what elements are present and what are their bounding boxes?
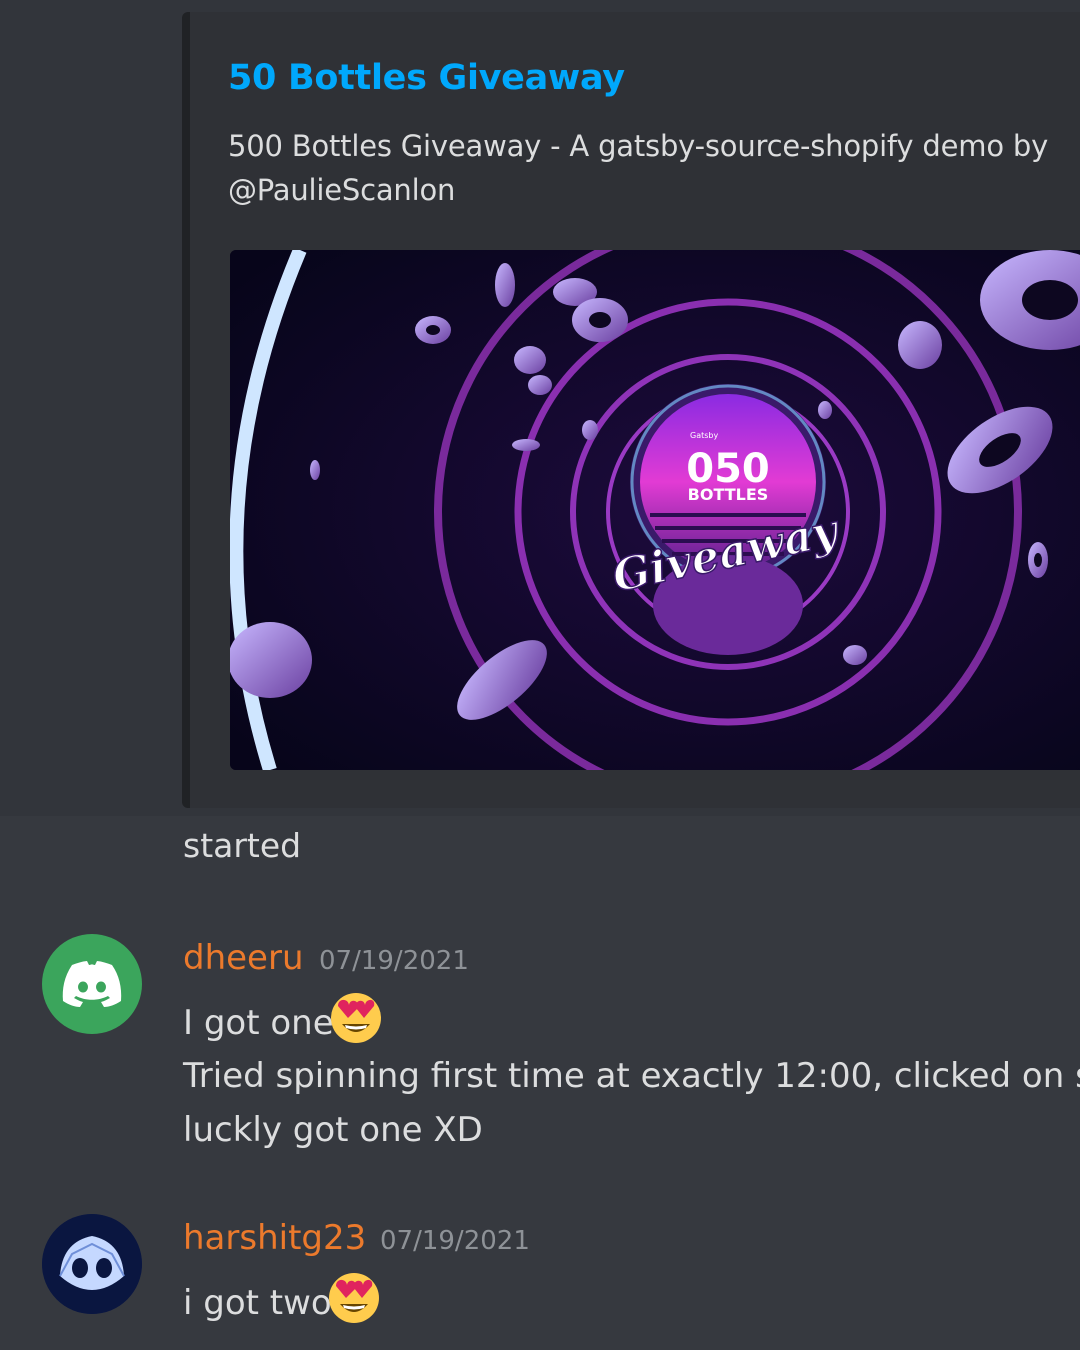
avatar[interactable] — [42, 934, 142, 1034]
timestamp: 07/19/2021 — [380, 1226, 530, 1256]
message-text: i got two — [183, 1283, 332, 1323]
discord-logo-icon — [62, 961, 122, 1007]
giveaway-artwork: Gatsby 050 BOTTLES Giveaway — [230, 250, 1080, 770]
timestamp: 07/19/2021 — [319, 946, 469, 976]
badge-brand: Gatsby — [690, 431, 718, 440]
message-text: I got one — [183, 1003, 334, 1043]
message-line: i got two — [183, 1272, 382, 1337]
message-line: I got one — [183, 992, 384, 1057]
badge-subtitle: BOTTLES — [688, 485, 769, 504]
heart-eyes-emoji-icon — [326, 1268, 382, 1333]
username[interactable]: harshitg23 — [183, 1218, 366, 1258]
embed-image[interactable]: Gatsby 050 BOTTLES Giveaway — [230, 250, 1080, 770]
message-text: started — [183, 826, 302, 865]
message-text: Tried spinning first time at exactly 12:… — [183, 1056, 1080, 1096]
message-text: luckly got one XD — [183, 1110, 483, 1150]
username[interactable]: dheeru — [183, 938, 304, 978]
robot-avatar-icon — [42, 1214, 142, 1314]
heart-eyes-emoji-icon — [328, 988, 384, 1053]
embed-description: 500 Bottles Giveaway - A gatsby-source-s… — [228, 129, 1049, 207]
link-embed: 50 Bottles Giveaway 500 Bottles Giveaway… — [182, 12, 1080, 808]
embed-title-link[interactable]: 50 Bottles Giveaway — [228, 58, 625, 98]
avatar[interactable] — [42, 1214, 142, 1314]
